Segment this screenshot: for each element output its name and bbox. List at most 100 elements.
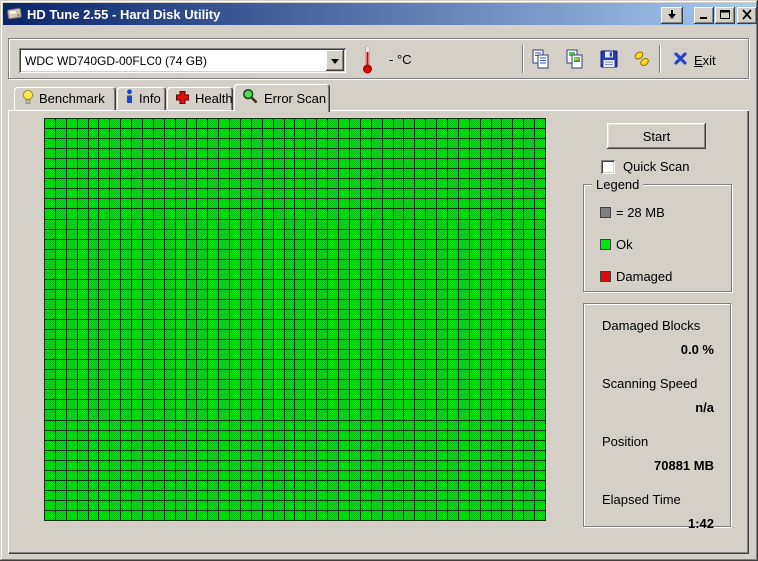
scan-block [524, 460, 535, 470]
copy-image-button[interactable] [562, 47, 588, 73]
scan-block [110, 330, 121, 340]
scan-block [339, 450, 349, 460]
scan-block [317, 360, 328, 370]
scan-block [469, 380, 480, 390]
scan-block [404, 129, 415, 139]
scan-block [143, 219, 153, 229]
scan-block [349, 460, 360, 470]
tab-health[interactable]: Health [167, 87, 233, 110]
scan-block [241, 309, 251, 319]
tab-info[interactable]: Info [117, 87, 166, 110]
scan-block [339, 129, 349, 139]
minimize-button[interactable] [694, 7, 714, 24]
copy-text-button[interactable] [528, 47, 554, 73]
scan-block [393, 229, 404, 239]
scan-block [219, 370, 230, 380]
scan-block [251, 129, 262, 139]
scan-block [121, 289, 132, 299]
scan-block [480, 320, 491, 330]
scan-block [469, 169, 480, 179]
scan-block [480, 299, 491, 309]
scan-block [295, 249, 306, 259]
scan-block [371, 410, 382, 420]
scan-block [219, 309, 230, 319]
scan-block [55, 340, 66, 350]
drive-selector-dropdown-button[interactable] [326, 50, 344, 71]
scan-block [447, 390, 458, 400]
scan-block [426, 149, 437, 159]
scan-block [502, 430, 513, 440]
scan-block [404, 420, 415, 430]
scan-block [219, 249, 230, 259]
scan-block [328, 289, 339, 299]
scan-block [284, 340, 295, 350]
scan-block [77, 219, 88, 229]
scan-block [284, 330, 295, 340]
scan-block [371, 149, 382, 159]
tab-benchmark[interactable]: Benchmark [14, 87, 116, 110]
scan-block [219, 279, 230, 289]
scan-block [153, 139, 164, 149]
scan-block [208, 510, 219, 520]
scan-block [317, 289, 328, 299]
scan-block [143, 199, 153, 209]
scan-block [99, 420, 110, 430]
scan-block [426, 480, 437, 490]
legend-item-block-size: = 28 MB [600, 205, 665, 220]
scan-block [219, 199, 230, 209]
drive-selector[interactable]: WDC WD740GD-00FLC0 (74 GB) [19, 48, 346, 73]
scan-block [186, 490, 197, 500]
scan-block [404, 149, 415, 159]
scan-block [164, 380, 175, 390]
scan-block [295, 450, 306, 460]
scan-block [491, 179, 502, 189]
scan-block [426, 360, 437, 370]
scan-block [186, 289, 197, 299]
maximize-button[interactable] [715, 7, 735, 24]
scan-block [360, 460, 371, 470]
scan-block [295, 480, 306, 490]
scan-block [143, 179, 153, 189]
exit-button[interactable]: Exit [669, 47, 720, 73]
scan-block [197, 229, 208, 239]
scan-block [208, 249, 219, 259]
scan-block [480, 440, 491, 450]
options-button[interactable] [629, 47, 655, 73]
scan-block [132, 159, 143, 169]
scan-block [513, 400, 524, 410]
save-button[interactable] [596, 47, 622, 73]
lightbulb-icon [22, 89, 34, 108]
start-button[interactable]: Start [607, 123, 706, 149]
scan-block [447, 410, 458, 420]
scan-block [143, 249, 153, 259]
window-arrow-button[interactable] [661, 7, 683, 24]
scan-block [45, 480, 55, 490]
scan-block [121, 360, 132, 370]
scan-block [164, 420, 175, 430]
scan-block [317, 209, 328, 219]
scan-block [77, 259, 88, 269]
scan-block [273, 350, 284, 360]
scan-block [502, 249, 513, 259]
quick-scan-checkbox[interactable] [601, 159, 615, 174]
scan-block [447, 500, 458, 510]
scan-block [404, 320, 415, 330]
scan-block [153, 370, 164, 380]
tab-error-scan[interactable]: Error Scan [234, 84, 330, 112]
scan-block [99, 179, 110, 189]
drive-selector-value: WDC WD740GD-00FLC0 (74 GB) [25, 53, 208, 68]
scan-block [45, 279, 55, 289]
scan-block [328, 119, 339, 129]
scan-block [230, 289, 241, 299]
scan-block [88, 159, 99, 169]
scan-block [153, 420, 164, 430]
scan-block [45, 229, 55, 239]
scan-block [306, 199, 317, 209]
scan-block [317, 430, 328, 440]
scan-block [175, 420, 186, 430]
close-button[interactable] [737, 7, 757, 24]
scan-block [143, 380, 153, 390]
scan-block [513, 370, 524, 380]
scan-block [404, 460, 415, 470]
title-bar[interactable]: HD Tune 2.55 - Hard Disk Utility [3, 3, 757, 25]
